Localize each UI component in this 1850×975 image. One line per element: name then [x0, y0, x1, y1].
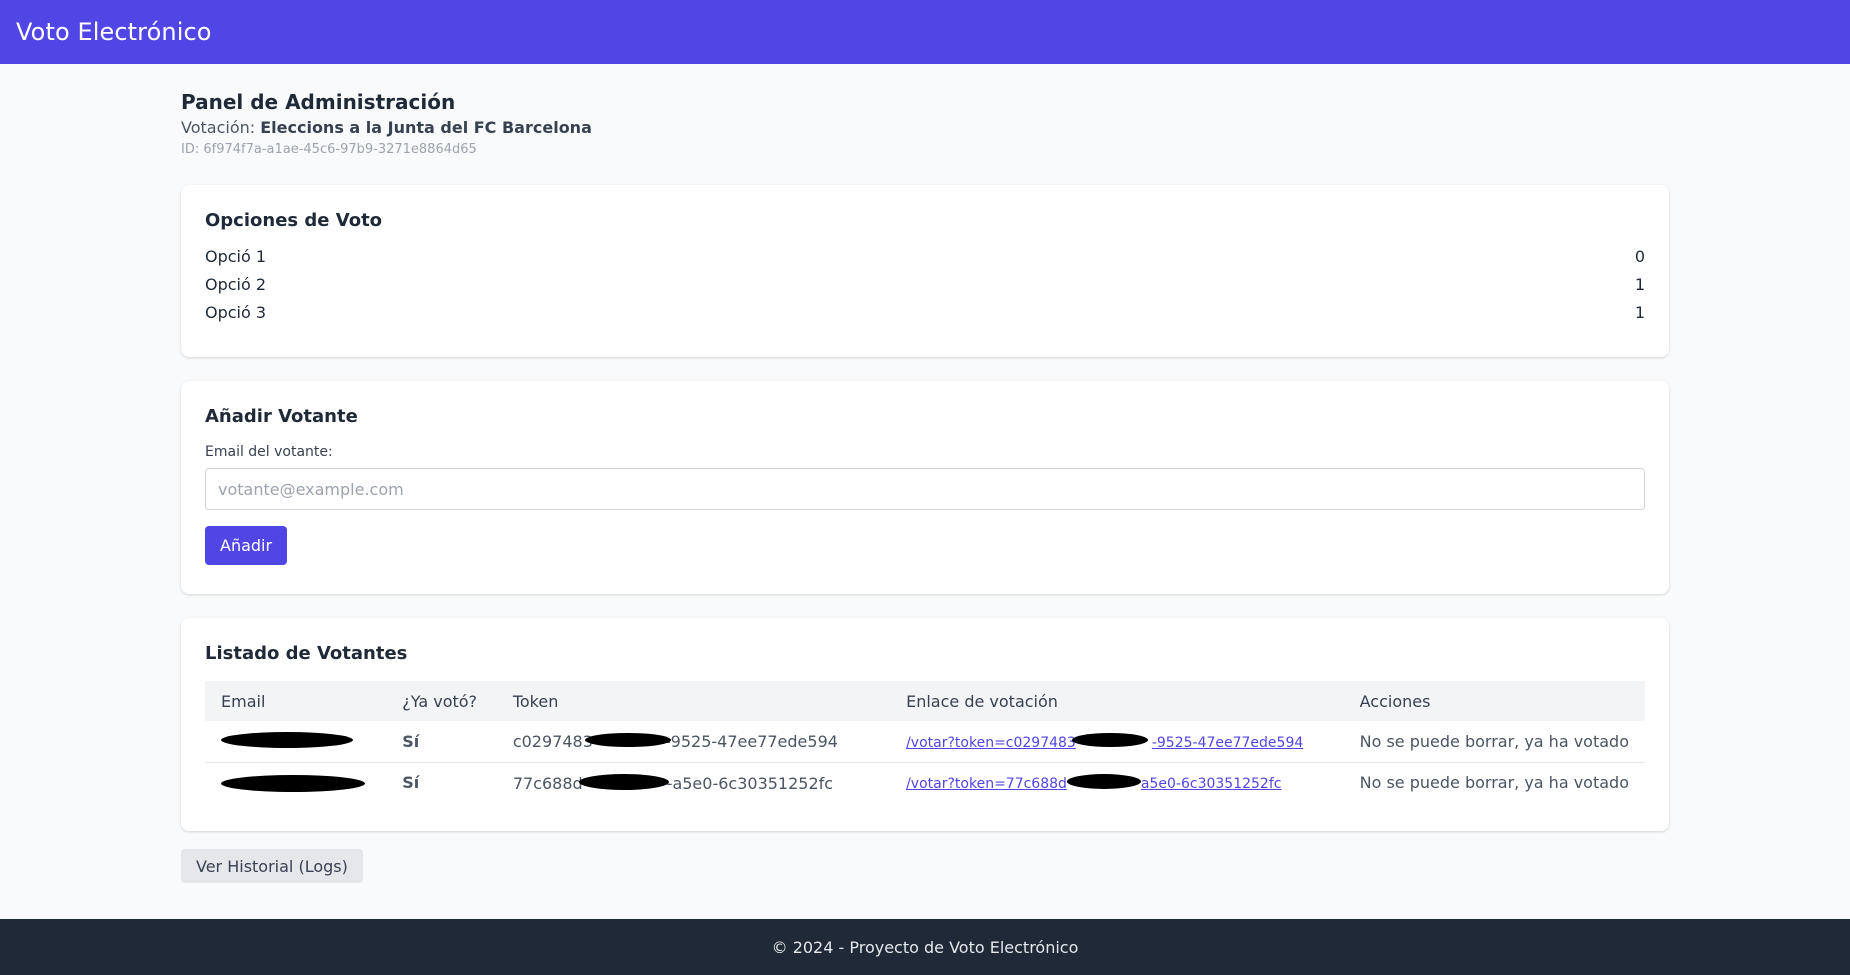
vote-option-label: Opció 2	[205, 275, 267, 294]
redaction-mark	[584, 733, 671, 748]
column-header-voted: ¿Ya votó?	[386, 681, 497, 721]
token-cell: c0297483 -9525-47ee77ede594	[496, 721, 891, 763]
vote-option-count: 1	[1634, 303, 1645, 322]
column-header-actions: Acciones	[1343, 681, 1645, 721]
action-status-text: No se puede borrar, ya ha votado	[1343, 721, 1645, 763]
voting-link-start: /votar?token=77c688d	[906, 776, 1067, 793]
redaction-mark	[221, 732, 353, 749]
add-voter-title: Añadir Votante	[205, 406, 358, 427]
column-header-email: Email	[205, 681, 387, 721]
redacted-email	[221, 771, 365, 792]
redaction-mark	[578, 773, 669, 790]
table-row: Sí 77c688d -a5e0-6c30351252fc /votar?toke…	[205, 762, 1645, 803]
token-start: c0297483	[512, 732, 593, 752]
page-title: Panel de Administración	[181, 90, 456, 114]
vote-option-row: Opció 1 0	[205, 243, 1645, 271]
page-header: Panel de Administración Votación: Elecci…	[181, 64, 1669, 159]
redacted-token-part	[584, 731, 671, 748]
footer-text: © 2024 - Proyecto de Voto Electrónico	[771, 937, 1079, 957]
vote-option-row: Opció 2 1	[205, 271, 1645, 299]
vote-option-count: 0	[1634, 247, 1645, 266]
column-header-token: Token	[496, 681, 891, 721]
add-voter-button[interactable]: Añadir	[205, 526, 288, 565]
vote-option-label: Opció 1	[205, 247, 267, 266]
vote-prefix: Votación:	[181, 118, 261, 137]
add-voter-card: Añadir Votante Email del votante: Añadir	[181, 381, 1669, 594]
vote-options-card: Opciones de Voto Opció 1 0 Opció 2 1 Opc…	[181, 185, 1669, 357]
redaction-mark	[1071, 732, 1148, 747]
token-end: -9525-47ee77ede594	[664, 732, 838, 752]
app-brand[interactable]: Voto Electrónico	[16, 18, 212, 46]
vote-option-label: Opció 3	[205, 303, 267, 322]
voter-email-input[interactable]	[205, 468, 1645, 510]
voters-table: Email ¿Ya votó? Token Enlace de votación…	[205, 681, 1645, 803]
vote-name-line: Votación: Eleccions a la Junta del FC Ba…	[181, 117, 1669, 139]
voting-link[interactable]: /votar?token=c0297483 -9525-47ee77ede594	[906, 732, 1304, 751]
vote-option-row: Opció 3 1	[205, 299, 1645, 327]
redacted-link-part	[1066, 774, 1141, 790]
voting-link-start: /votar?token=c0297483	[906, 734, 1076, 751]
voter-email-cell	[205, 762, 386, 803]
view-logs-button[interactable]: Ver Historial (Logs)	[181, 849, 363, 883]
table-row: Sí c0297483 -9525-47ee77ede594 /votar?tok…	[205, 721, 1645, 763]
main-content: Panel de Administración Votación: Elecci…	[181, 64, 1669, 883]
voters-list-card: Listado de Votantes Email ¿Ya votó? Toke…	[181, 618, 1669, 831]
redaction-mark	[221, 774, 365, 792]
action-status-text: No se puede borrar, ya ha votado	[1359, 773, 1629, 793]
voting-link-cell: /votar?token=77c688d a5e0-6c30351252fc	[890, 762, 1344, 803]
top-navbar: Voto Electrónico	[0, 0, 1850, 64]
voting-link[interactable]: /votar?token=77c688d a5e0-6c30351252fc	[906, 774, 1282, 793]
voting-link-end: -9525-47ee77ede594	[1151, 734, 1304, 751]
vote-id: ID: 6f974f7a-a1ae-45c6-97b9-3271e8864d65	[181, 142, 477, 157]
table-header-row: Email ¿Ya votó? Token Enlace de votación…	[205, 681, 1645, 721]
redaction-mark	[1066, 774, 1141, 790]
voters-list-title: Listado de Votantes	[205, 643, 408, 664]
redacted-email	[221, 729, 353, 749]
token-end: -a5e0-6c30351252fc	[666, 773, 834, 793]
email-field-label: Email del votante:	[205, 444, 333, 460]
token-cell: 77c688d -a5e0-6c30351252fc	[497, 762, 890, 803]
page-footer: © 2024 - Proyecto de Voto Electrónico	[0, 919, 1850, 975]
voted-status: Sí	[402, 773, 420, 793]
vote-option-count: 1	[1634, 275, 1645, 294]
voted-status: Sí	[386, 721, 497, 763]
voter-email-cell	[205, 721, 387, 763]
voting-link-cell: /votar?token=c0297483 -9525-47ee77ede594	[890, 721, 1344, 763]
redacted-token-part	[578, 773, 669, 790]
voting-link-end: a5e0-6c30351252fc	[1140, 776, 1282, 793]
redacted-link-part	[1071, 732, 1152, 747]
token-start: 77c688d	[512, 773, 583, 793]
vote-options-list: Opció 1 0 Opció 2 1 Opció 3 1	[205, 243, 1645, 327]
vote-options-title: Opciones de Voto	[205, 210, 383, 231]
vote-name: Eleccions a la Junta del FC Barcelona	[260, 118, 592, 137]
column-header-link: Enlace de votación	[890, 681, 1344, 721]
